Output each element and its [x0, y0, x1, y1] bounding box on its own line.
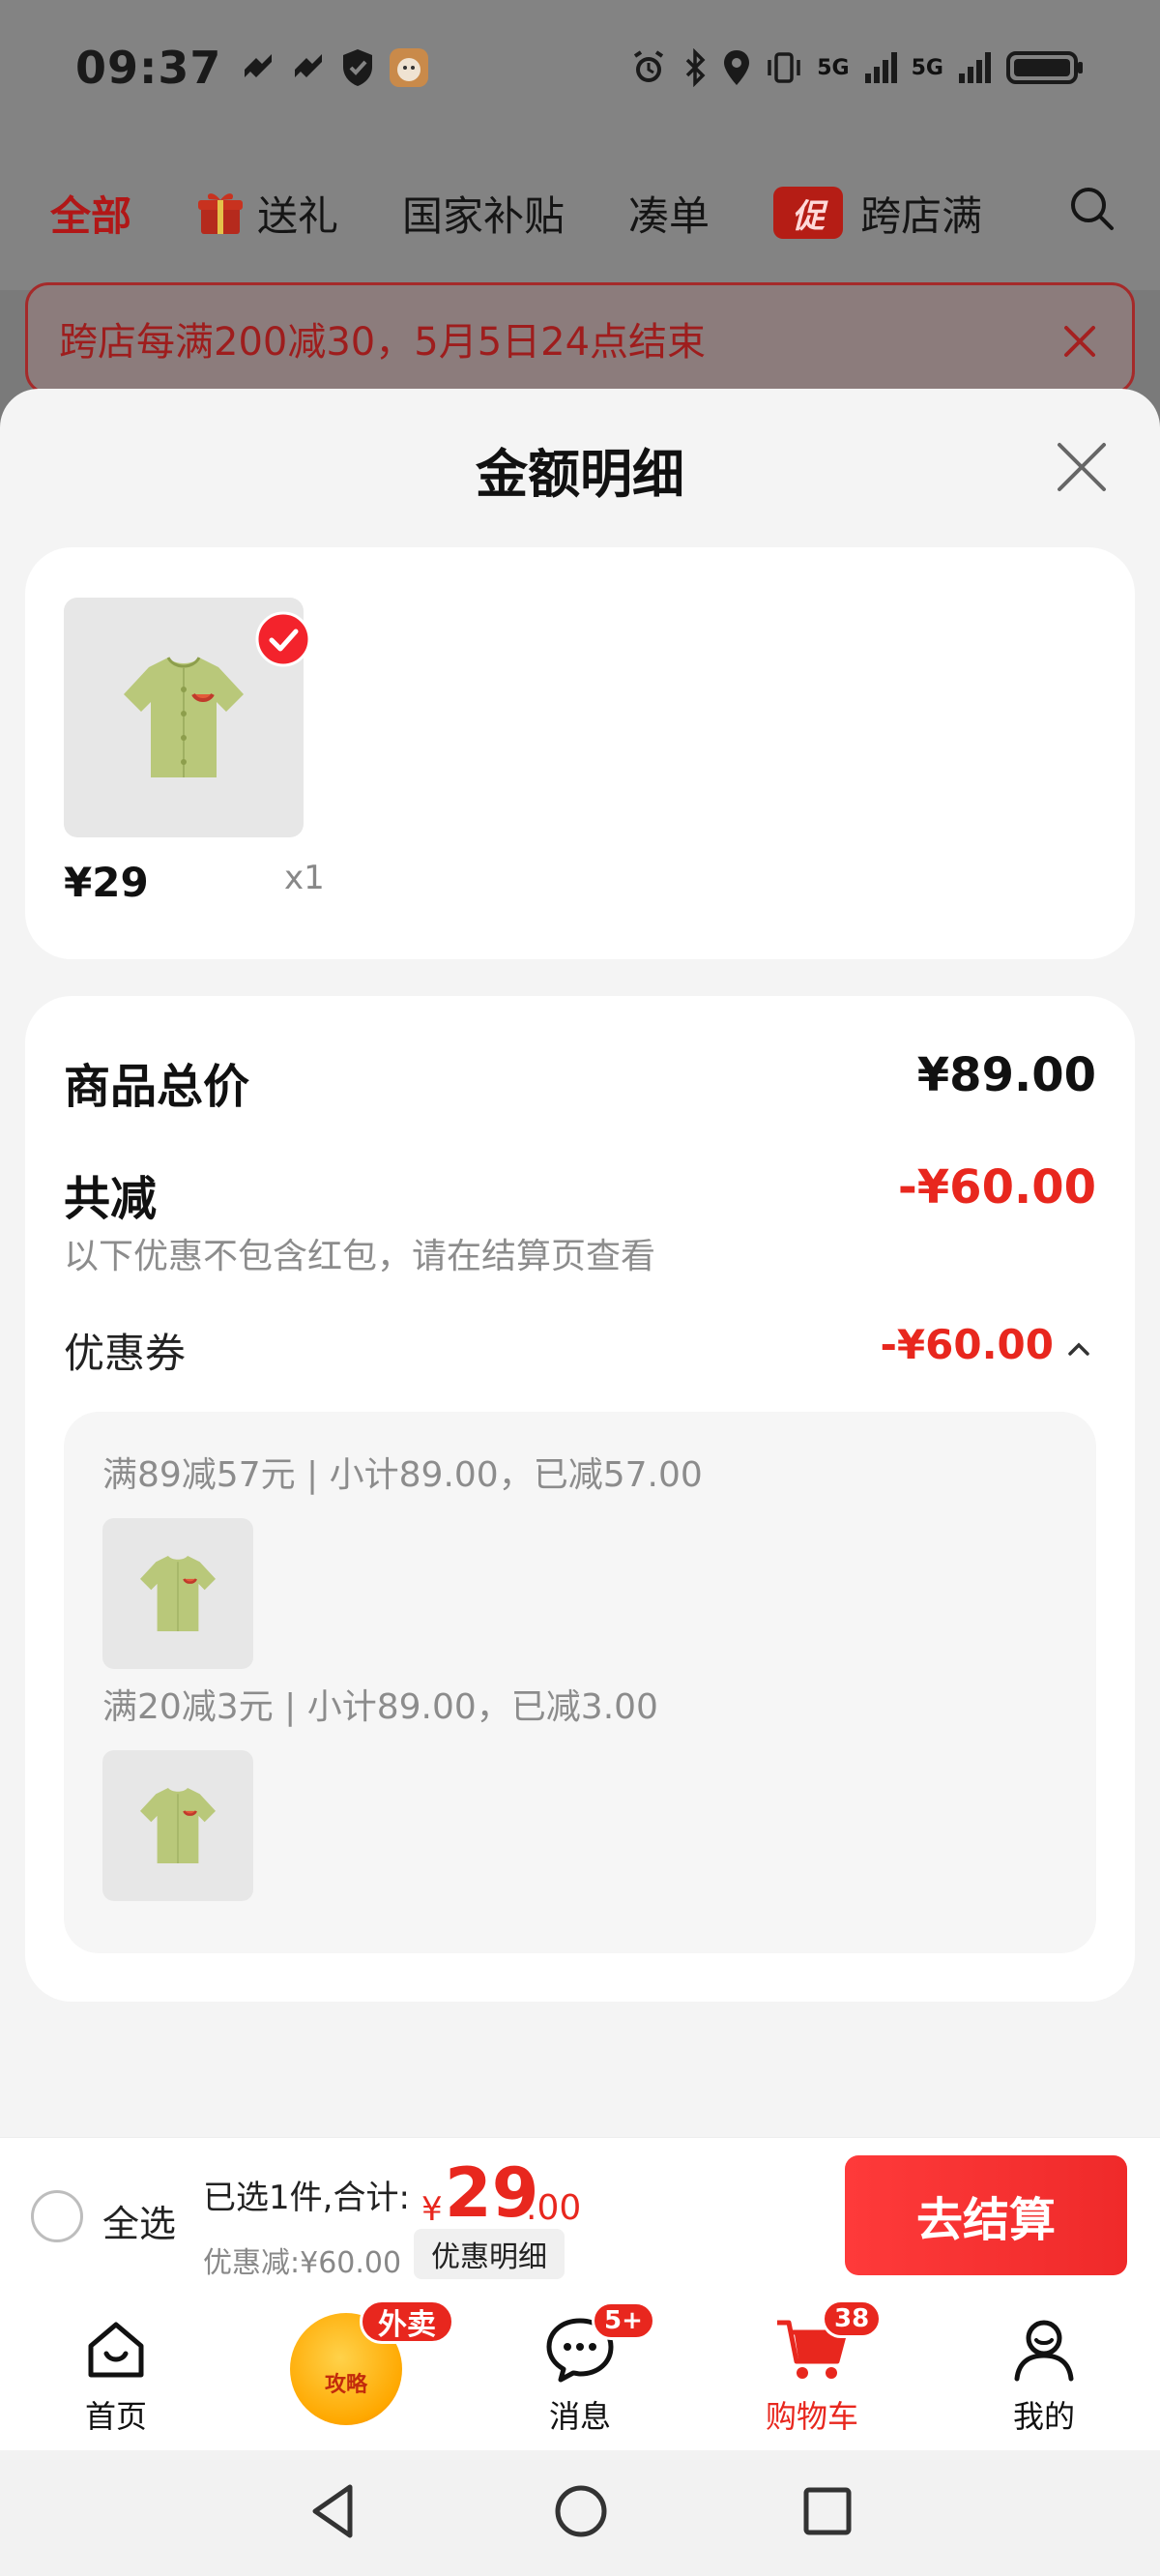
- bottom-nav: 首页 攻略 外卖 5+ 消息 38 购物车 我的: [0, 2292, 1160, 2450]
- signal-icon: [863, 50, 898, 85]
- select-all-checkbox[interactable]: [31, 2190, 83, 2242]
- total-price-label: 商品总价: [64, 1060, 250, 1114]
- tab-all[interactable]: 全部: [50, 184, 131, 243]
- coupon-label: 优惠券: [64, 1330, 187, 1377]
- chevron-up-icon: [1065, 1321, 1092, 1368]
- nav-messages-label: 消息: [548, 2398, 611, 2435]
- cart-badge: 38: [822, 2299, 883, 2338]
- takeout-badge: 外卖: [360, 2299, 454, 2344]
- total-amount: 29: [445, 2153, 539, 2233]
- tab-cross-store[interactable]: 促 跨店满: [773, 184, 982, 243]
- nav-home[interactable]: 首页: [0, 2292, 232, 2450]
- tab-label: 送礼: [257, 191, 339, 240]
- product-quantity: x1: [284, 859, 325, 897]
- user-icon: [1009, 2315, 1079, 2388]
- product-card: ¥29 x1: [25, 547, 1135, 959]
- coupon-product-thumbnail: [102, 1750, 253, 1901]
- network-type-1: 5G: [817, 55, 850, 80]
- nav-cart[interactable]: 38 购物车: [696, 2292, 928, 2450]
- search-icon[interactable]: [1067, 184, 1117, 238]
- shield-icon: [339, 47, 376, 88]
- close-icon[interactable]: [1060, 322, 1099, 365]
- coupon-detail-box: 满89减57元 | 小计89.00，已减57.00 满20减3元 | 小计89.…: [64, 1412, 1096, 1953]
- total-price-value: ¥89.00: [916, 1048, 1096, 1102]
- home-icon: [81, 2315, 151, 2388]
- close-icon[interactable]: [1054, 439, 1110, 499]
- coupon-value: -¥60.00: [880, 1321, 1054, 1368]
- coupon-toggle[interactable]: -¥60.00: [880, 1321, 1092, 1368]
- discount-note: 以下优惠不包含红包，请在结算页查看: [64, 1237, 656, 1276]
- nav-home-label: 首页: [84, 2398, 147, 2435]
- discount-summary: 优惠减:¥60.00: [203, 2246, 402, 2280]
- nav-mine-label: 我的: [1012, 2398, 1075, 2435]
- coupon-rule: 满89减57元 | 小计89.00，已减57.00: [102, 1455, 703, 1495]
- selected-summary: 已选1件,合计:: [203, 2179, 410, 2217]
- nav-cart-label: 购物车: [765, 2398, 858, 2435]
- bluetooth-icon: [682, 48, 709, 87]
- status-time: 09:37: [75, 42, 222, 94]
- messages-badge: 5+: [592, 2301, 655, 2340]
- tab-gift[interactable]: 送礼: [195, 184, 338, 243]
- select-all-label[interactable]: 全选: [102, 2194, 176, 2247]
- battery-icon: [1005, 48, 1085, 87]
- tab-combine-order[interactable]: 凑单: [628, 184, 710, 243]
- checkout-button[interactable]: 去结算: [845, 2155, 1127, 2275]
- recent-apps-icon[interactable]: [798, 2479, 856, 2547]
- status-bar: 09:37 5G 5G: [0, 0, 1160, 135]
- category-tabs: 全部 送礼 国家补贴 凑单 促 跨店满: [0, 135, 1160, 290]
- vibrate-icon: [765, 48, 803, 87]
- discount-detail-button[interactable]: 优惠明细: [414, 2229, 565, 2279]
- coupon-rule: 满20减3元 | 小计89.00，已减3.00: [102, 1687, 658, 1727]
- promo-lantern-text: 攻略: [324, 2373, 367, 2397]
- tab-label: 凑单: [628, 191, 710, 240]
- checkout-bar: 全选 已选1件,合计: ¥ 29 .00 优惠减:¥60.00 优惠明细 去结算: [0, 2137, 1160, 2292]
- signal-icon: [957, 50, 992, 85]
- promo-banner: 跨店每满200减30，5月5日24点结束: [25, 282, 1135, 395]
- total-currency: ¥: [421, 2190, 443, 2229]
- network-type-2: 5G: [911, 55, 943, 80]
- amount-detail-sheet: 金额明细 ¥29 x1 商品总价 ¥89.00 共减 -¥60.00 以下优惠不…: [0, 389, 1160, 2137]
- app-notification-icon: [239, 48, 277, 87]
- alarm-icon: [629, 48, 668, 87]
- app-mascot-icon: [388, 46, 430, 89]
- tab-national-subsidy[interactable]: 国家补贴: [402, 184, 565, 243]
- tab-label: 全部: [50, 191, 132, 240]
- total-amount-decimal: .00: [526, 2188, 582, 2228]
- promo-badge: 促: [773, 187, 844, 239]
- home-circle-icon[interactable]: [551, 2479, 611, 2547]
- nav-messages[interactable]: 5+ 消息: [464, 2292, 696, 2450]
- location-icon: [722, 48, 751, 87]
- price-detail-card: 商品总价 ¥89.00 共减 -¥60.00 以下优惠不包含红包，请在结算页查看…: [25, 996, 1135, 2002]
- discount-value: -¥60.00: [897, 1160, 1096, 1215]
- app-notification-icon: [289, 48, 328, 87]
- nav-mine[interactable]: 我的: [928, 2292, 1160, 2450]
- discount-label: 共减: [64, 1172, 158, 1226]
- selected-check-icon[interactable]: [255, 611, 311, 671]
- sheet-title: 金额明细: [476, 444, 684, 505]
- tab-label: 国家补贴: [402, 191, 566, 240]
- back-icon[interactable]: [304, 2479, 362, 2547]
- product-price: ¥29: [64, 859, 149, 906]
- gift-icon: [195, 188, 246, 238]
- coupon-product-thumbnail: [102, 1518, 253, 1669]
- system-nav-bar: [0, 2450, 1160, 2576]
- tab-label: 跨店满: [860, 191, 983, 240]
- promo-banner-text: 跨店每满200减30，5月5日24点结束: [59, 320, 707, 365]
